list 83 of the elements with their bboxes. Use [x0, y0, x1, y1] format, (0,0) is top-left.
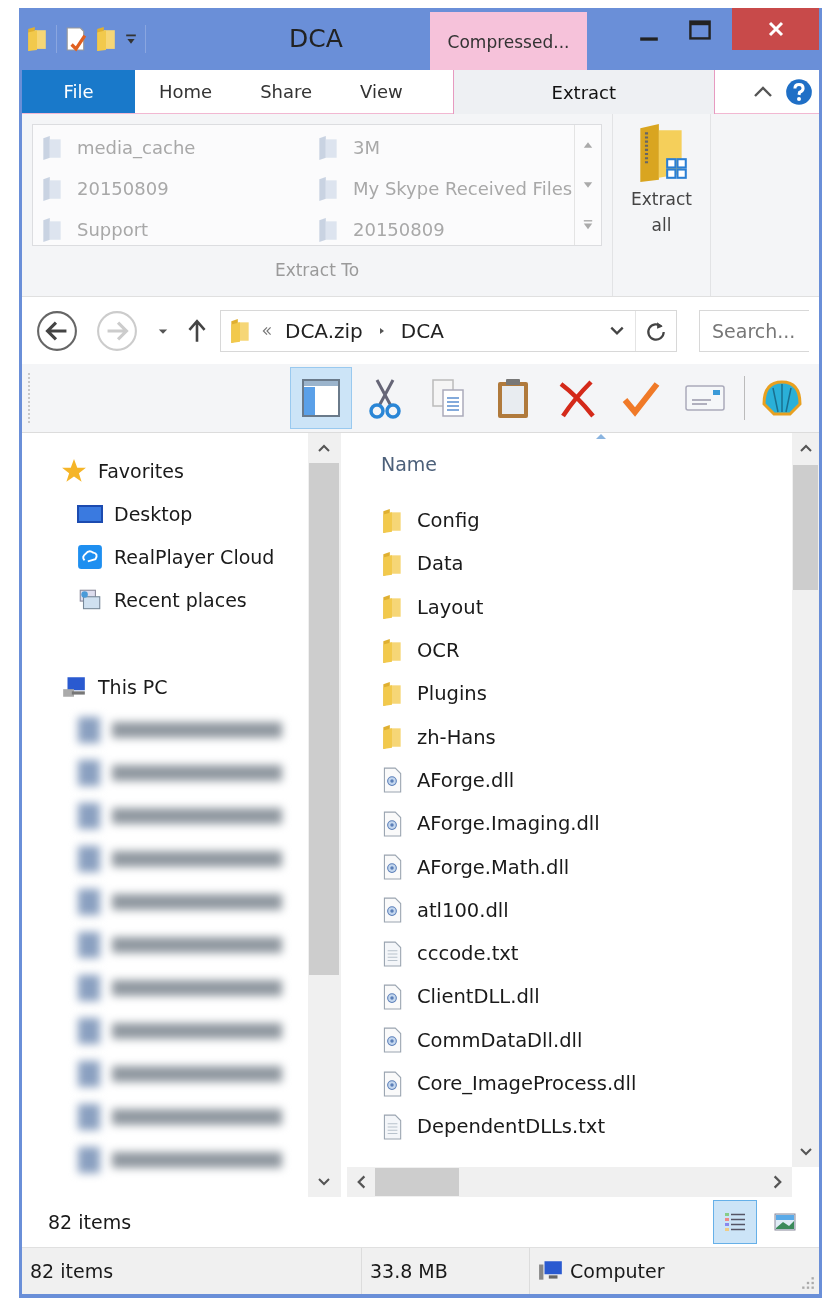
up-arrow-icon[interactable] — [186, 317, 208, 344]
text-file-icon — [381, 940, 403, 967]
file-item[interactable]: cccode.txt — [381, 931, 792, 976]
close-button[interactable] — [732, 8, 819, 50]
scrollbar-thumb[interactable] — [793, 465, 818, 590]
dll-file-icon — [381, 854, 403, 880]
folder-icon — [317, 216, 339, 243]
file-item[interactable]: AForge.Imaging.dll — [381, 802, 792, 846]
star-icon — [60, 457, 88, 484]
layout-pane-icon — [299, 376, 343, 420]
file-item[interactable]: DependentDLLs.txt — [381, 1105, 792, 1149]
properties-icon[interactable] — [65, 25, 87, 53]
dll-file-icon — [381, 767, 403, 794]
resize-grip-icon[interactable] — [801, 1276, 815, 1290]
folder-icon — [229, 317, 251, 344]
column-header[interactable]: Name — [381, 433, 792, 495]
file-item[interactable]: Config — [381, 499, 792, 543]
group-label: Extract To — [273, 260, 361, 280]
cloud-icon — [76, 543, 104, 570]
folder-icon — [381, 550, 403, 577]
breadcrumb[interactable]: DCA.zip — [285, 318, 363, 343]
dropdown-caret-icon[interactable] — [609, 324, 625, 337]
file-item[interactable]: zh-Hans — [381, 715, 792, 759]
collapse-ribbon-icon[interactable] — [753, 85, 773, 98]
file-item[interactable]: Core_ImageProcess.dll — [381, 1061, 792, 1106]
status-text: Computer — [570, 1260, 665, 1282]
folder-icon — [381, 637, 403, 664]
nav-item[interactable]: Recent places — [60, 578, 308, 621]
context-tab-label: Compressed... — [430, 12, 587, 70]
status-text: 82 items — [30, 1260, 114, 1282]
help-icon[interactable] — [785, 77, 813, 106]
folder-icon — [381, 724, 403, 751]
extract-all-button[interactable]: Extract all — [613, 114, 711, 296]
status-text: 33.8 MB — [370, 1260, 448, 1282]
file-item[interactable]: Plugins — [381, 672, 792, 716]
folder-icon — [381, 680, 403, 707]
window-title: DCA — [289, 24, 343, 53]
item-count: 82 items — [48, 1211, 133, 1233]
file-item[interactable]: AForge.Math.dll — [381, 845, 792, 889]
file-item[interactable]: Data — [381, 542, 792, 586]
dll-file-icon — [381, 1027, 403, 1054]
folder-icon — [381, 507, 403, 534]
dll-file-icon — [381, 1070, 403, 1097]
maximize-icon[interactable] — [688, 18, 712, 42]
address-bar[interactable]: DCA.zip DCA — [220, 309, 677, 352]
folder-icon — [317, 175, 339, 202]
ribbon-tab[interactable]: Extract — [452, 70, 715, 114]
dll-file-icon — [381, 897, 403, 924]
layout-button[interactable] — [290, 367, 352, 429]
nav-header-item[interactable]: This PC — [60, 665, 308, 708]
scrollbar-thumb[interactable] — [309, 463, 339, 975]
new-folder-icon — [95, 25, 117, 53]
scrollbar-thumb[interactable] — [375, 1168, 459, 1196]
customize-caret-icon[interactable] — [125, 33, 137, 45]
scroll-left-icon[interactable] — [355, 1173, 367, 1191]
nav-header-item[interactable]: Favorites — [60, 449, 308, 492]
file-item[interactable]: AForge.dll — [381, 758, 792, 803]
details-view-button[interactable] — [713, 1200, 757, 1244]
dll-file-icon — [381, 810, 403, 837]
text-file-icon — [381, 1113, 403, 1140]
file-item[interactable]: OCR — [381, 628, 792, 673]
file-item[interactable]: ClientDLL.dll — [381, 975, 792, 1019]
dll-file-icon — [381, 983, 403, 1010]
folder-icon — [41, 216, 63, 243]
folder-icon — [317, 134, 339, 161]
breadcrumb[interactable]: DCA — [400, 318, 444, 343]
folder-icon — [381, 594, 403, 621]
folder-icon — [41, 175, 63, 202]
file-item[interactable]: atl100.dll — [381, 888, 792, 932]
search-field[interactable]: Search... — [699, 309, 809, 352]
nav-item[interactable]: RealPlayer Cloud — [60, 535, 308, 578]
file-item[interactable]: CommDataDll.dll — [381, 1018, 792, 1062]
file-item[interactable]: Layout — [381, 585, 792, 629]
scroll-right-icon[interactable] — [772, 1173, 784, 1191]
details-icon — [723, 1210, 747, 1234]
ribbon-tab[interactable]: File — [22, 70, 135, 113]
back-icon[interactable] — [36, 309, 78, 352]
computer-icon — [538, 1260, 564, 1282]
picture-icon — [773, 1210, 797, 1234]
folder-icon — [26, 25, 48, 53]
nav-item[interactable]: Desktop — [60, 492, 308, 535]
overflow-chevron-icon[interactable] — [261, 324, 273, 337]
folder-icon — [41, 134, 63, 161]
